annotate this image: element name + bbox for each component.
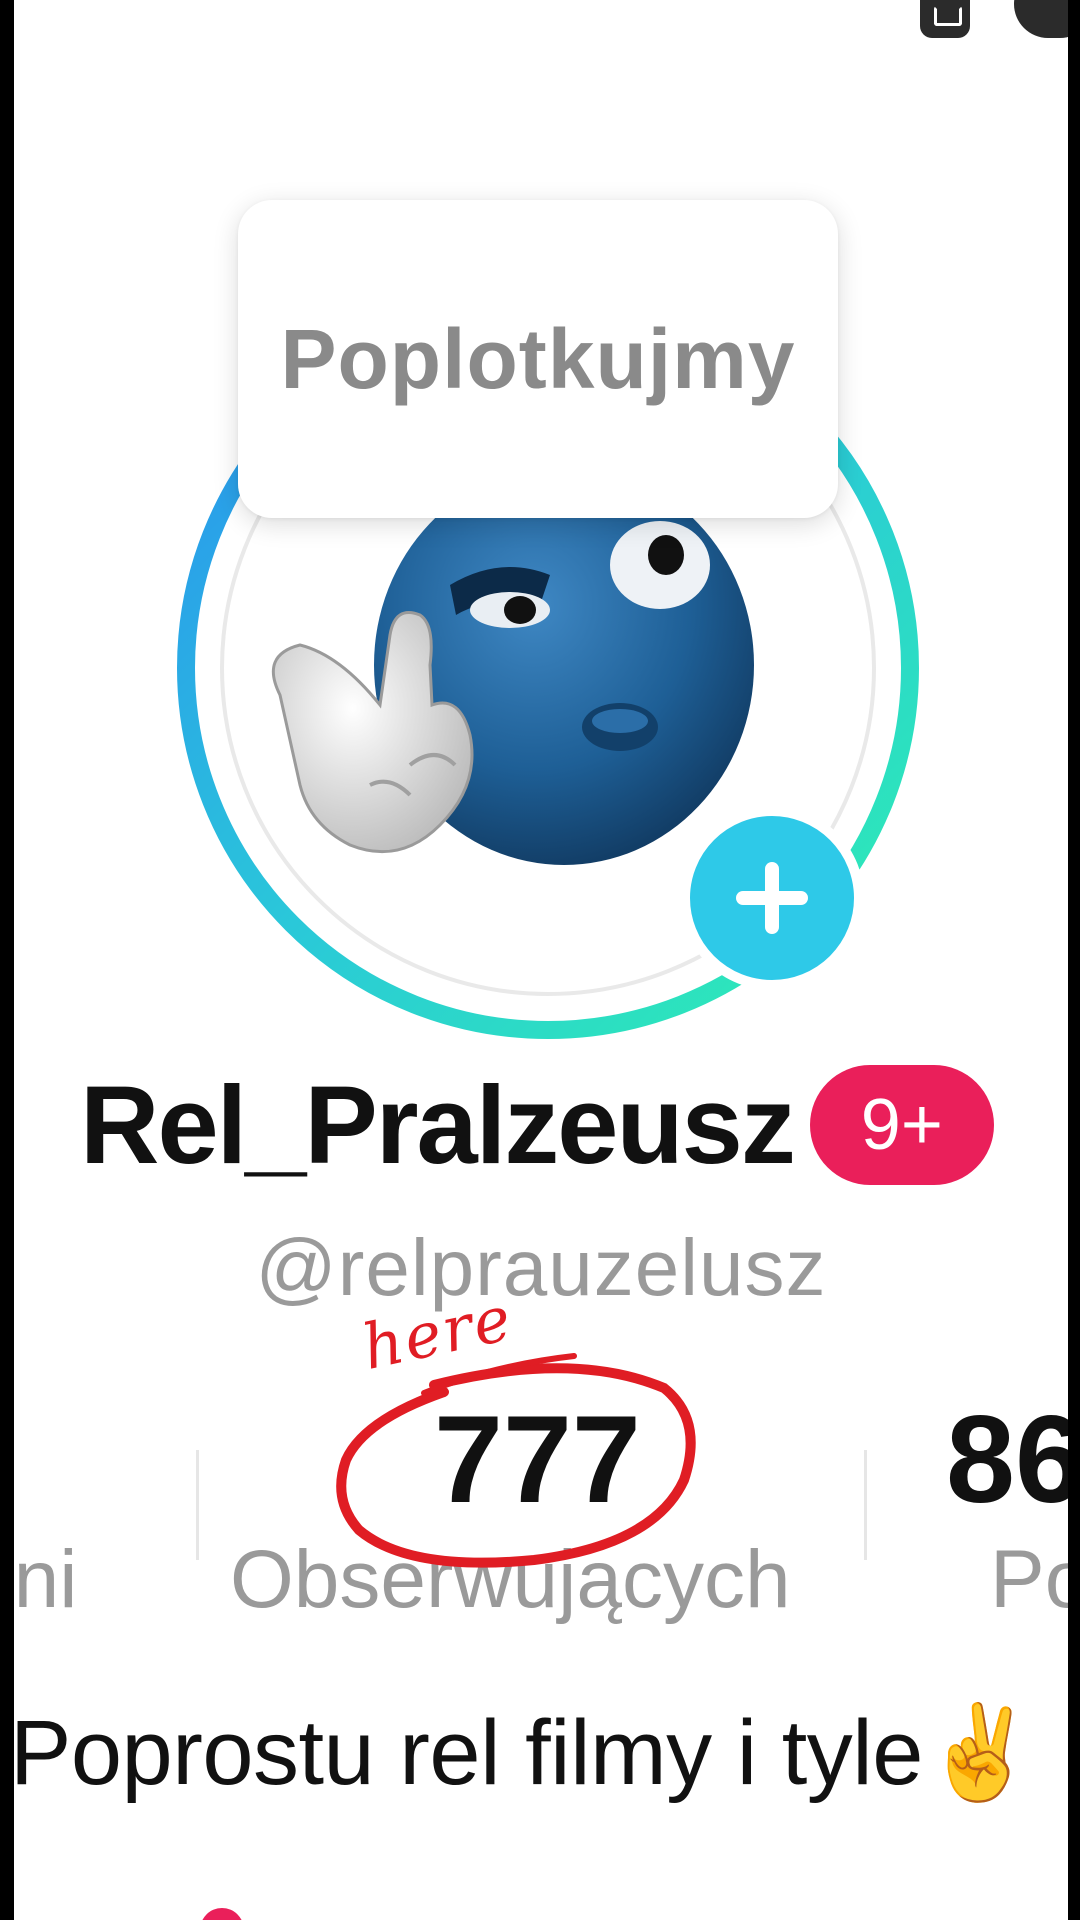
display-name: Rel_Pralzeusz bbox=[80, 1063, 796, 1187]
display-name-row: Rel_Pralzeusz 9+ bbox=[80, 1060, 994, 1190]
chat-icon[interactable] bbox=[1014, 0, 1068, 38]
profile-note-text: Poplotkujmy bbox=[280, 312, 796, 406]
profile-note-bubble[interactable]: Poplotkujmy bbox=[238, 200, 838, 518]
profile-bio: Poprostu rel filmy i tyle✌️ bbox=[14, 1702, 1037, 1804]
following-label[interactable]: ani bbox=[14, 1530, 77, 1630]
add-story-button[interactable] bbox=[680, 806, 864, 990]
stat-divider bbox=[864, 1450, 867, 1560]
notification-badge[interactable]: 9+ bbox=[809, 1065, 994, 1185]
plus-icon bbox=[736, 862, 808, 934]
profile-page: Poplotkujmy Rel_Pralzeusz 9+ @relprauzel… bbox=[14, 0, 1068, 1920]
expand-icon[interactable] bbox=[920, 0, 970, 38]
followers-label[interactable]: Obserwujących bbox=[230, 1530, 791, 1630]
stat-divider bbox=[196, 1450, 199, 1560]
likes-label[interactable]: Po bbox=[990, 1530, 1068, 1630]
username-handle: @relprauzelusz bbox=[255, 1223, 827, 1312]
link-indicator bbox=[200, 1908, 244, 1920]
followers-count[interactable]: 777 bbox=[434, 1395, 641, 1525]
likes-count[interactable]: 86 bbox=[946, 1395, 1068, 1525]
